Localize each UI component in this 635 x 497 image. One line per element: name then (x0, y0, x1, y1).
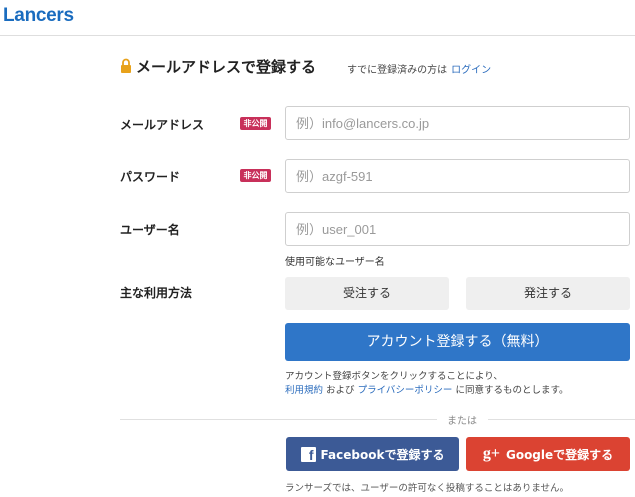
login-prompt-text: すでに登録済みの方は (347, 65, 448, 76)
terms-line-1: アカウント登録ボタンをクリックすることにより、 (285, 371, 503, 382)
usage-option-receive[interactable]: 受注する (285, 277, 449, 310)
terms-notice: アカウント登録ボタンをクリックすることにより、 利用規約 および プライバシーポ… (285, 370, 569, 398)
password-field[interactable] (285, 159, 630, 193)
username-field[interactable] (285, 212, 630, 246)
site-header: Lancers (0, 0, 635, 36)
usage-option-order[interactable]: 発注する (466, 277, 630, 310)
password-private-badge: 非公開 (240, 169, 271, 182)
facebook-icon: f (300, 446, 316, 462)
usage-label: 主な利用方法 (120, 286, 193, 300)
google-register-button[interactable]: g+ Googleで登録する (466, 437, 630, 471)
terms-of-service-link[interactable]: 利用規約 (285, 385, 323, 396)
password-label: パスワード (120, 170, 181, 184)
privacy-policy-link[interactable]: プライバシーポリシー (358, 385, 453, 396)
login-prompt: すでに登録済みの方は ログイン (347, 61, 491, 76)
page-title: メールアドレスで登録する (136, 57, 317, 76)
google-register-label: Googleで登録する (505, 447, 614, 462)
facebook-register-button[interactable]: f Facebookで登録する (286, 437, 459, 471)
privacy-note: ランサーズでは、ユーザーの許可なく投稿することはありません。 (285, 483, 570, 494)
lock-icon (121, 58, 131, 73)
register-account-button[interactable]: アカウント登録する（無料） (285, 323, 630, 361)
username-hint: 使用可能なユーザー名 (285, 257, 385, 268)
page-title-row: メールアドレスで登録する (120, 55, 316, 77)
or-divider-text: または (447, 416, 477, 427)
divider-line-left (120, 419, 437, 420)
login-link[interactable]: ログイン (451, 65, 491, 76)
email-private-badge: 非公開 (240, 117, 271, 130)
email-field[interactable] (285, 106, 630, 140)
username-label: ユーザー名 (120, 223, 180, 237)
email-label: メールアドレス (120, 118, 205, 132)
terms-line-2: 利用規約 および プライバシーポリシー に同意するものとします。 (285, 384, 569, 398)
divider-line-right (488, 419, 635, 420)
lancers-logo[interactable]: Lancers (3, 5, 74, 27)
facebook-register-label: Facebookで登録する (320, 447, 445, 462)
terms-and-text: および (326, 385, 355, 396)
google-plus-icon: g+ (482, 445, 500, 462)
terms-suffix-text: に同意するものとします。 (455, 385, 569, 396)
